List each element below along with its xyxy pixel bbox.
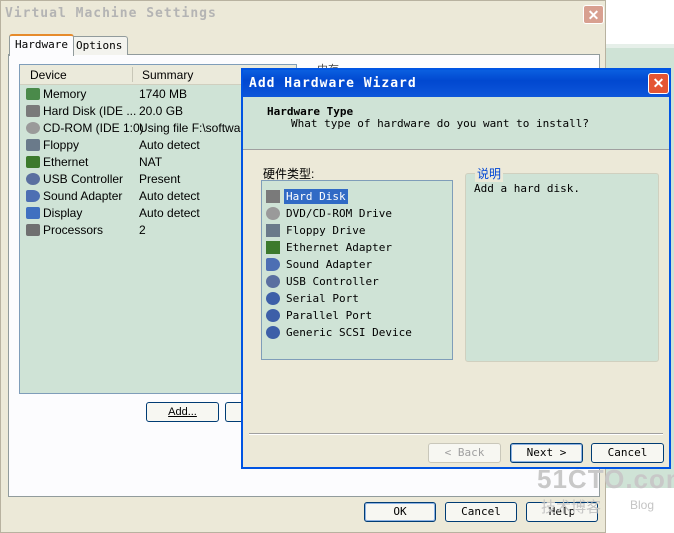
ethernet-icon [266, 241, 280, 254]
device-summary: 1740 MB [139, 87, 188, 101]
serial-port-icon [266, 292, 280, 305]
hard-disk-icon [26, 105, 40, 117]
wizard-close-button[interactable]: ✕ [648, 73, 669, 94]
main-window-title: Virtual Machine Settings [5, 6, 217, 21]
watermark-logo: 51CTO.com [537, 464, 674, 494]
hardware-type-list[interactable]: Hard Disk DVD/CD-ROM Drive Floppy Drive Eth… [261, 180, 453, 360]
device-name: Memory [43, 87, 87, 101]
back-button[interactable]: < Back [428, 443, 501, 463]
cdrom-icon [26, 122, 40, 134]
usb-icon [26, 173, 40, 185]
device-name: Hard Disk (IDE ... [43, 104, 137, 118]
device-name: Ethernet [43, 155, 89, 169]
tab-hardware[interactable]: Hardware [9, 34, 74, 56]
memory-icon [26, 88, 40, 100]
column-separator[interactable] [132, 67, 133, 82]
ethernet-icon [26, 156, 40, 168]
add-device-button[interactable]: Add... [146, 402, 219, 422]
hard-disk-icon [266, 190, 280, 203]
device-summary: NAT [139, 155, 163, 169]
wizard-header: Hardware Type What type of hardware do y… [243, 97, 669, 150]
ok-button[interactable]: OK [364, 502, 436, 522]
add-hardware-wizard: Add Hardware Wizard ✕ Hardware Type What… [241, 68, 671, 469]
usb-icon [266, 275, 280, 288]
processor-icon [26, 224, 40, 236]
tab-options[interactable]: Options [70, 36, 129, 55]
device-name: CD-ROM (IDE 1:0) [43, 121, 144, 135]
add-button-label: Add... [168, 406, 197, 418]
hardware-type-label-text: Parallel Port [286, 309, 373, 322]
cancel-button[interactable]: Cancel [445, 502, 517, 522]
hardware-type-label-text: Generic SCSI Device [286, 326, 412, 339]
hardware-type-label-text: Hard Disk [284, 189, 348, 204]
device-summary: Auto detect [139, 138, 200, 152]
device-name: Sound Adapter [43, 189, 123, 203]
parallel-port-icon [266, 309, 280, 322]
description-group [465, 173, 659, 362]
main-close-button[interactable]: ✕ [583, 5, 604, 24]
device-name: Floppy [43, 138, 80, 152]
sound-icon [266, 258, 280, 271]
wizard-divider [249, 433, 663, 435]
watermark-blog: Blog [630, 498, 655, 512]
wizard-titlebar: Add Hardware Wizard ✕ [243, 70, 669, 97]
device-summary: Using file F:\software\ [139, 121, 255, 135]
scsi-icon [266, 326, 280, 339]
hardware-type-label-text: Serial Port [286, 292, 359, 305]
hardware-type-label-text: Ethernet Adapter [286, 241, 392, 254]
device-summary: 20.0 GB [139, 104, 184, 118]
device-summary: Auto detect [139, 206, 200, 220]
cdrom-icon [266, 207, 280, 220]
floppy-icon [26, 139, 40, 151]
hardware-type-label-text: Sound Adapter [286, 258, 373, 271]
device-summary: Present [139, 172, 181, 186]
sound-icon [26, 190, 40, 202]
hardware-type-label-text: DVD/CD-ROM Drive [286, 207, 392, 220]
device-summary: Auto detect [139, 189, 200, 203]
device-summary: 2 [139, 223, 146, 237]
hardware-type-label-text: USB Controller [286, 275, 379, 288]
floppy-icon [266, 224, 280, 237]
wizard-title: Add Hardware Wizard [249, 76, 417, 91]
main-titlebar: Virtual Machine Settings ✕ [1, 1, 605, 28]
close-icon: ✕ [587, 7, 600, 23]
hardware-type-label-text: Floppy Drive [286, 224, 366, 237]
column-header-summary[interactable]: Summary [142, 68, 193, 82]
device-name: Display [43, 206, 83, 220]
description-text: Add a hard disk. [474, 182, 580, 195]
column-header-device[interactable]: Device [30, 68, 67, 82]
display-icon [26, 207, 40, 219]
device-name: USB Controller [43, 172, 124, 186]
next-button[interactable]: Next > [510, 443, 583, 463]
wizard-cancel-button[interactable]: Cancel [591, 443, 664, 463]
close-icon: ✕ [652, 75, 665, 91]
wizard-step-subtitle: What type of hardware do you want to ins… [291, 117, 590, 130]
device-name: Processors [43, 223, 104, 237]
watermark-subtitle: 技术博客 [541, 499, 602, 516]
description-label: 说明 [475, 165, 504, 182]
